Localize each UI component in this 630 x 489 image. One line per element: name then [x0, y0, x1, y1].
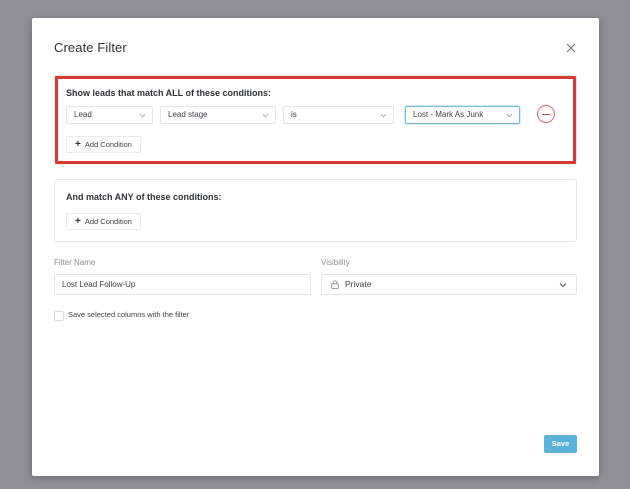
- condition-operator-value: is: [291, 110, 297, 119]
- chevron-down-icon: [262, 113, 269, 118]
- chevron-down-icon: [380, 113, 387, 118]
- add-condition-any-button[interactable]: + Add Condition: [66, 213, 141, 230]
- chevron-down-icon: [506, 113, 513, 118]
- save-columns-label: Save selected columns with the filter: [68, 310, 190, 319]
- modal-title: Create Filter: [54, 40, 127, 55]
- create-filter-modal: Create Filter Show leads that match ALL …: [32, 18, 599, 476]
- condition-value-select[interactable]: Lost - Mark As Junk: [405, 106, 520, 124]
- condition-field-value: Lead: [74, 110, 92, 119]
- save-button[interactable]: Save: [544, 435, 577, 453]
- condition-operator-select[interactable]: is: [283, 106, 394, 124]
- any-conditions-card: And match ANY of these conditions: + Add …: [54, 179, 577, 242]
- filter-name-input[interactable]: Lost Lead Follow-Up: [54, 274, 311, 295]
- condition-attribute-value: Lead stage: [168, 110, 208, 119]
- plus-icon: +: [75, 139, 81, 150]
- visibility-label: Visibility: [321, 258, 350, 267]
- chevron-down-icon: [559, 283, 567, 288]
- all-conditions-heading: Show leads that match ALL of these condi…: [66, 88, 272, 98]
- plus-icon: +: [75, 216, 81, 227]
- visibility-select[interactable]: Private: [321, 274, 577, 295]
- add-condition-label: Add Condition: [84, 140, 132, 149]
- add-condition-all-button[interactable]: + Add Condition: [66, 136, 141, 153]
- condition-value-value: Lost - Mark As Junk: [413, 110, 484, 119]
- all-conditions-card: Show leads that match ALL of these condi…: [54, 75, 577, 163]
- filter-name-label: Filter Name: [54, 258, 96, 267]
- lock-icon: [331, 280, 339, 289]
- chevron-down-icon: [139, 113, 146, 118]
- filter-name-value: Lost Lead Follow-Up: [62, 280, 136, 289]
- condition-attribute-select[interactable]: Lead stage: [160, 106, 276, 124]
- add-condition-label: Add Condition: [84, 217, 132, 226]
- save-columns-checkbox[interactable]: [54, 311, 64, 321]
- visibility-value: Private: [345, 279, 372, 289]
- close-button[interactable]: [565, 41, 577, 53]
- minus-icon: [542, 114, 550, 115]
- any-conditions-heading: And match ANY of these conditions:: [66, 192, 222, 202]
- close-icon: [566, 43, 576, 53]
- condition-field-select[interactable]: Lead: [66, 106, 153, 124]
- remove-condition-button[interactable]: [537, 105, 555, 123]
